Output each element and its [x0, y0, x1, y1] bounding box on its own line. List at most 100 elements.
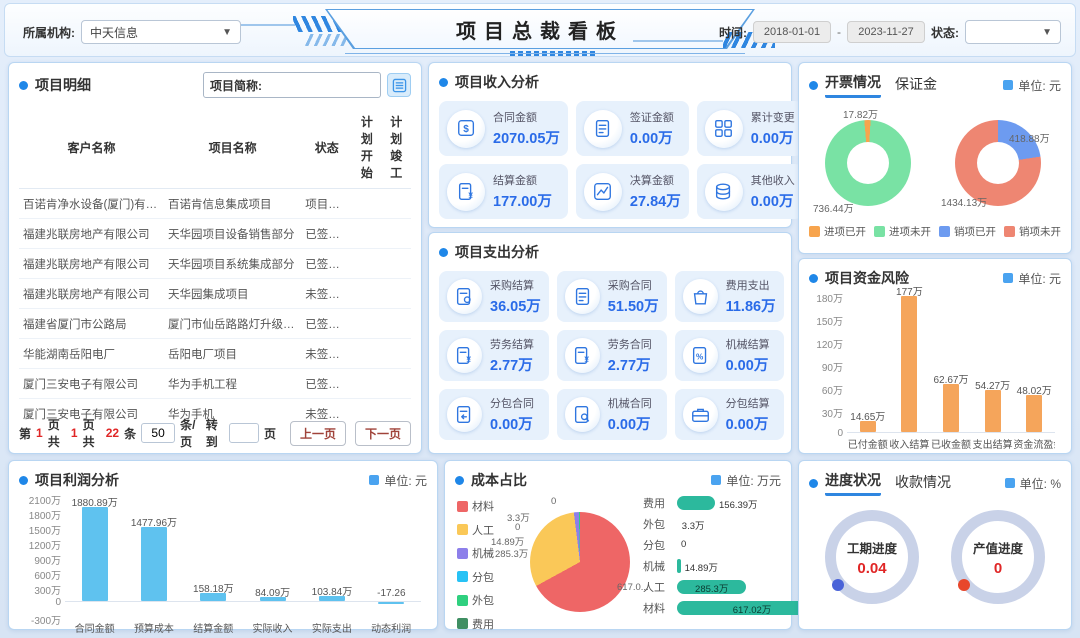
table-row[interactable]: 福建兆联房地产有限公司天华园项目设备销售部分已签合同	[19, 219, 411, 249]
org-select[interactable]: 中天信息 ▼	[81, 20, 241, 44]
cost-list-row[interactable]: 机械14.89万	[643, 559, 781, 573]
table-row[interactable]: 百诺肯净水设备(厦门)有限公司百诺肯信息集成项目项目在建	[19, 189, 411, 219]
legend-item[interactable]: 机械	[457, 545, 494, 561]
stat-card[interactable]: ¥劳务结算2.77万	[439, 330, 549, 381]
purchase-contract-icon	[565, 279, 600, 314]
stat-card[interactable]: 采购合同51.50万	[557, 271, 667, 322]
table-cell: 华为手机工程	[164, 369, 301, 399]
y-axis-tick: 1500万	[29, 522, 61, 537]
stat-card-label: 其他收入	[751, 172, 795, 188]
x-axis-line	[847, 432, 1055, 433]
stat-card-label: 分包结算	[726, 395, 770, 411]
gauge-value: 0	[994, 560, 1002, 577]
list-search-button[interactable]	[387, 73, 411, 97]
legend-item[interactable]: 外包	[457, 592, 494, 608]
stat-card[interactable]: 机械合同0.00万	[557, 389, 667, 440]
stat-card[interactable]: 采购结算36.05万	[439, 271, 549, 322]
income-cards: $合同金额2070.05万签证金额0.00万累计变更0.00万¥结算金额177.…	[439, 101, 781, 219]
profit-chart[interactable]: 2100万1800万1500万1200万900万600万300万0-300万18…	[19, 496, 427, 636]
bar[interactable]	[1026, 395, 1042, 432]
date-to-input[interactable]	[847, 21, 925, 43]
tab-progress-status[interactable]: 进度状况	[825, 470, 881, 496]
tab-deposit[interactable]: 保证金	[895, 74, 937, 97]
stat-card[interactable]: 签证金额0.00万	[576, 101, 689, 156]
invoice-unit: 单位: 元	[1018, 77, 1061, 94]
funding-risk-chart[interactable]: 180万150万120万90万60万30万014.65万177万62.67万54…	[809, 294, 1061, 452]
legend-item[interactable]: 材料	[457, 498, 494, 514]
bar[interactable]	[943, 384, 959, 432]
stat-card-label: 累计变更	[751, 109, 795, 125]
stat-card[interactable]: 分包合同0.00万	[439, 389, 549, 440]
donut-label-in-open: 17.82万	[843, 106, 878, 121]
project-search-input[interactable]	[262, 78, 374, 92]
bar[interactable]	[378, 602, 404, 604]
y-axis-tick: 0	[837, 428, 843, 439]
bar[interactable]	[82, 507, 108, 601]
stat-card-label: 结算金额	[493, 172, 552, 188]
output-progress-gauge[interactable]: 产值进度 0	[951, 510, 1045, 604]
svg-text:$: $	[463, 124, 469, 135]
cost-list-row[interactable]: 分包0	[643, 538, 781, 552]
cost-pie-chart[interactable]	[530, 512, 630, 612]
svg-text:¥: ¥	[468, 191, 473, 200]
tab-collection-status[interactable]: 收款情况	[895, 472, 951, 495]
stat-card[interactable]: ¥结算金额177.00万	[439, 164, 568, 219]
legend-swatch-icon	[809, 226, 820, 237]
table-cell: 项目在建	[301, 189, 352, 219]
status-select[interactable]: ▼	[965, 20, 1061, 44]
bar[interactable]	[141, 527, 167, 601]
unit-square-icon	[711, 475, 721, 485]
legend-item[interactable]: 进项已开	[809, 224, 866, 239]
chevron-down-icon: ▼	[222, 27, 232, 38]
date-from-input[interactable]	[753, 21, 831, 43]
table-row[interactable]: 华能湖南岳阳电厂岳阳电厂项目未签合同	[19, 339, 411, 369]
schedule-progress-gauge[interactable]: 工期进度 0.04	[825, 510, 919, 604]
page-size-input[interactable]	[141, 423, 175, 443]
bar[interactable]	[901, 296, 917, 432]
input-invoice-donut[interactable]	[825, 120, 911, 206]
bar-value-label: 14.65万	[847, 408, 889, 423]
cost-list-row[interactable]: 外包3.3万	[643, 517, 781, 531]
subcontract-contract-icon	[447, 397, 482, 432]
x-axis-category: 收入结算	[889, 436, 931, 451]
table-cell	[382, 249, 411, 279]
stat-card[interactable]: 分包结算0.00万	[675, 389, 784, 440]
gauge-label: 工期进度	[847, 538, 897, 557]
legend-item[interactable]: 销项未开	[1004, 224, 1061, 239]
stat-card[interactable]: $合同金额2070.05万	[439, 101, 568, 156]
legend-item[interactable]: 进项未开	[874, 224, 931, 239]
pager-text: 页共	[48, 416, 66, 450]
cost-value-label: 0	[681, 539, 686, 550]
stat-card[interactable]: %机械结算0.00万	[675, 330, 784, 381]
stat-card[interactable]: ¥劳务合同2.77万	[557, 330, 667, 381]
prev-page-button[interactable]: 上一页	[290, 421, 346, 446]
panel-cost-ratio: 成本占比 单位: 万元 材料人工机械分包外包费用 0 3.3万 0 14.89万…	[444, 460, 792, 630]
bar[interactable]	[985, 390, 1001, 432]
cost-list-row[interactable]: 费用156.39万	[643, 496, 781, 510]
cost-list-row[interactable]: 材料617.02万	[643, 601, 781, 615]
table-row[interactable]: 福建兆联房地产有限公司天华园集成项目未签合同	[19, 279, 411, 309]
legend-item[interactable]: 分包	[457, 569, 494, 585]
table-cell	[352, 309, 381, 339]
table-cell: 已签合同	[301, 369, 352, 399]
cost-list-row[interactable]: 人工285.3万	[643, 580, 781, 594]
stat-card[interactable]: 累计变更0.00万	[697, 101, 803, 156]
stat-card[interactable]: 决算金额27.84万	[576, 164, 689, 219]
y-axis-tick: 60万	[822, 382, 843, 397]
cost-title: 成本占比	[471, 470, 527, 490]
svg-text:%: %	[696, 353, 704, 362]
stat-card[interactable]: 费用支出11.86万	[675, 271, 784, 322]
table-row[interactable]: 福建省厦门市公路局厦门市仙岳路路灯升级改造项目已签合同	[19, 309, 411, 339]
pager-total-records: 22	[106, 426, 119, 440]
table-row[interactable]: 福建兆联房地产有限公司天华园项目系统集成部分已签合同	[19, 249, 411, 279]
legend-item[interactable]: 人工	[457, 522, 494, 538]
goto-page-input[interactable]	[229, 423, 259, 443]
column-header: 计划竣工	[382, 106, 411, 189]
stat-card[interactable]: 其他收入0.00万	[697, 164, 803, 219]
next-page-button[interactable]: 下一页	[355, 421, 411, 446]
tab-invoice-status[interactable]: 开票情况	[825, 72, 881, 98]
legend-item[interactable]: 费用	[457, 616, 494, 632]
table-cell	[382, 279, 411, 309]
legend-item[interactable]: 销项已开	[939, 224, 996, 239]
table-row[interactable]: 厦门三安电子有限公司华为手机工程已签合同	[19, 369, 411, 399]
